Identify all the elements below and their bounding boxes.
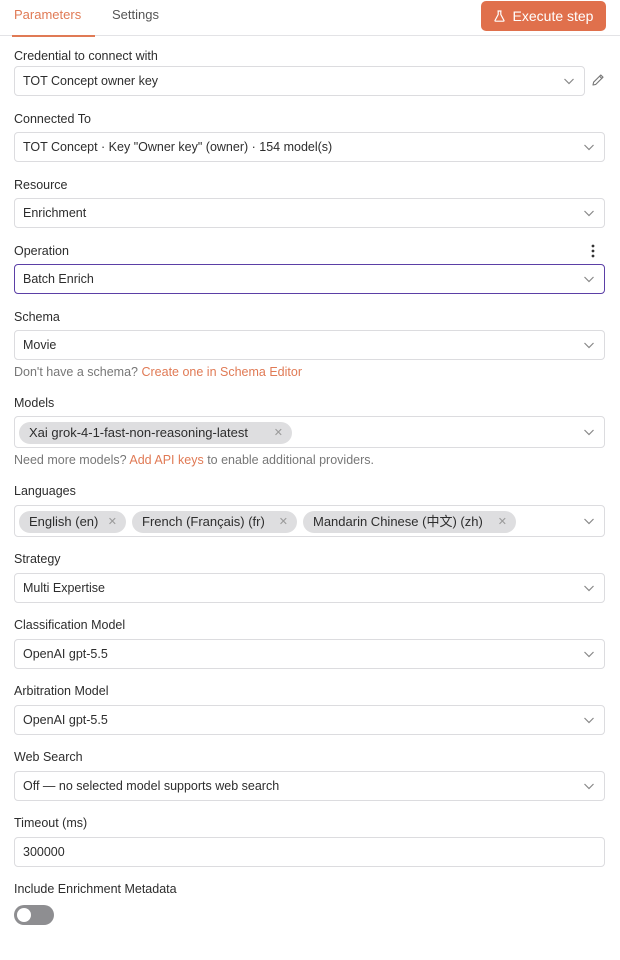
connected-to-value: TOT Concept · Key "Owner key" (owner) · … (23, 140, 333, 154)
language-chip-label: English (en) (29, 514, 99, 529)
operation-value: Batch Enrich (23, 272, 94, 286)
languages-label: Languages (14, 484, 76, 498)
operation-select[interactable]: Batch Enrich (14, 264, 605, 294)
chevron-down-icon (564, 78, 574, 85)
kebab-icon[interactable] (589, 244, 597, 258)
models-hint-suffix: to enable additional providers. (207, 453, 374, 467)
chevron-down-icon (584, 585, 594, 592)
resource-label: Resource (14, 178, 68, 192)
chevron-down-icon (584, 651, 594, 658)
timeout-label: Timeout (ms) (14, 816, 88, 830)
classification-model-select[interactable]: OpenAI gpt-5.5 (14, 639, 605, 669)
execute-step-label: Execute step (512, 8, 594, 24)
classification-model-value: OpenAI gpt-5.5 (23, 647, 108, 661)
connected-to-label: Connected To (14, 112, 91, 126)
schema-select[interactable]: Movie (14, 330, 605, 360)
resource-value: Enrichment (23, 206, 87, 220)
schema-hint-text: Don't have a schema? (14, 365, 138, 379)
tab-bar: Parameters Settings Execute step (0, 0, 620, 37)
connected-to-select[interactable]: TOT Concept · Key "Owner key" (owner) · … (14, 132, 605, 162)
add-api-keys-link[interactable]: Add API keys (129, 453, 203, 467)
remove-chip-icon[interactable]: ✕ (274, 422, 283, 444)
web-search-select[interactable]: Off — no selected model supports web sea… (14, 771, 605, 801)
remove-chip-icon[interactable]: ✕ (108, 511, 117, 533)
models-hint-prefix: Need more models? (14, 453, 127, 467)
schema-value: Movie (23, 338, 57, 352)
pencil-icon[interactable] (591, 73, 605, 87)
credential-label: Credential to connect with (14, 49, 158, 63)
create-schema-link[interactable]: Create one in Schema Editor (141, 365, 302, 379)
toggle-knob (17, 908, 31, 922)
language-chip-french: French (Français) (fr) ✕ (132, 511, 297, 533)
chevron-down-icon (584, 144, 594, 151)
models-multiselect[interactable]: Xai grok-4-1-fast-non-reasoning-latest ✕ (14, 416, 605, 448)
arbitration-model-value: OpenAI gpt-5.5 (23, 713, 108, 727)
timeout-value: 300000 (23, 845, 65, 859)
credential-value: TOT Concept owner key (23, 74, 159, 88)
schema-hint: Don't have a schema? Create one in Schem… (14, 365, 302, 379)
chevron-down-icon (584, 783, 594, 790)
model-chip-label: Xai grok-4-1-fast-non-reasoning-latest (29, 425, 248, 440)
resource-select[interactable]: Enrichment (14, 198, 605, 228)
chevron-down-icon (584, 276, 594, 283)
language-chip-english: English (en) ✕ (19, 511, 126, 533)
chevron-down-icon (584, 342, 594, 349)
chevron-down-icon (584, 518, 594, 525)
operation-label: Operation (14, 244, 69, 258)
web-search-value: Off — no selected model supports web sea… (23, 779, 280, 793)
languages-multiselect[interactable]: English (en) ✕ French (Français) (fr) ✕ … (14, 505, 605, 537)
chevron-down-icon (584, 717, 594, 724)
tab-parameters[interactable]: Parameters (11, 0, 96, 37)
timeout-input[interactable]: 300000 (14, 837, 605, 867)
schema-label: Schema (14, 310, 60, 324)
strategy-label: Strategy (14, 552, 61, 566)
tab-settings[interactable]: Settings (112, 0, 159, 36)
flask-icon (493, 10, 505, 22)
models-label: Models (14, 396, 55, 410)
execute-step-button[interactable]: Execute step (481, 1, 606, 31)
classification-model-label: Classification Model (14, 618, 126, 632)
remove-chip-icon[interactable]: ✕ (279, 511, 288, 533)
language-chip-label: French (Français) (fr) (142, 514, 265, 529)
chevron-down-icon (584, 210, 594, 217)
models-hint: Need more models? Add API keys to enable… (14, 453, 374, 467)
strategy-value: Multi Expertise (23, 581, 105, 595)
chevron-down-icon (584, 429, 594, 436)
arbitration-model-label: Arbitration Model (14, 684, 109, 698)
model-chip: Xai grok-4-1-fast-non-reasoning-latest ✕ (19, 422, 292, 444)
include-metadata-toggle[interactable] (14, 905, 54, 925)
credential-select[interactable]: TOT Concept owner key (14, 66, 585, 96)
web-search-label: Web Search (14, 750, 83, 764)
remove-chip-icon[interactable]: ✕ (498, 511, 507, 533)
language-chip-mandarin: Mandarin Chinese (中文) (zh) ✕ (303, 511, 516, 533)
arbitration-model-select[interactable]: OpenAI gpt-5.5 (14, 705, 605, 735)
include-metadata-label: Include Enrichment Metadata (14, 882, 177, 896)
language-chip-label: Mandarin Chinese (中文) (zh) (313, 514, 483, 529)
strategy-select[interactable]: Multi Expertise (14, 573, 605, 603)
